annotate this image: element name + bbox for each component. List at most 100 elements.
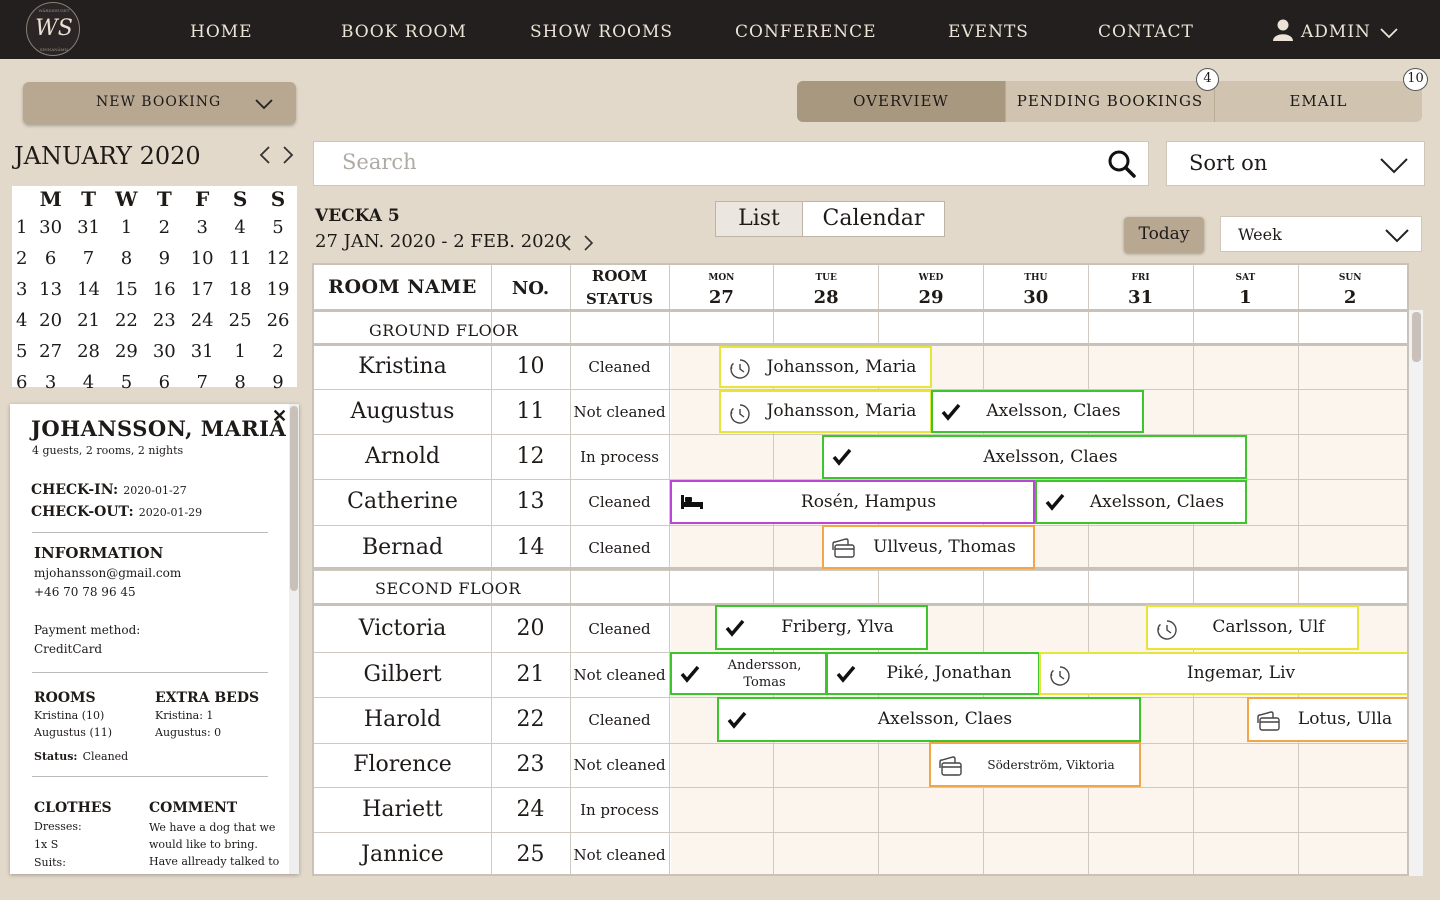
prev-week-icon[interactable] bbox=[560, 234, 572, 252]
room-name[interactable]: Gilbert bbox=[314, 662, 491, 687]
nav-events[interactable]: EVENTS bbox=[948, 22, 1029, 42]
room-name[interactable]: Hariett bbox=[314, 797, 491, 822]
calendar-day[interactable]: 1 bbox=[107, 212, 145, 243]
nav-home[interactable]: HOME bbox=[190, 22, 253, 42]
calendar-day[interactable]: 16 bbox=[145, 274, 183, 305]
grid-scrollbar[interactable] bbox=[1409, 310, 1423, 876]
calendar-day[interactable]: 21 bbox=[70, 305, 108, 336]
booking-block[interactable]: Axelsson, Claes bbox=[1035, 480, 1247, 524]
room-name[interactable]: Catherine bbox=[314, 489, 491, 514]
calendar-day[interactable]: 20 bbox=[32, 305, 70, 336]
calendar-day[interactable]: 11 bbox=[221, 243, 259, 274]
calendar-day[interactable]: 6 bbox=[145, 367, 183, 398]
calendar-day[interactable]: 9 bbox=[259, 367, 297, 398]
details-scroll-thumb[interactable] bbox=[290, 406, 298, 591]
calendar-day[interactable]: 17 bbox=[183, 274, 221, 305]
calendar-day[interactable]: 24 bbox=[183, 305, 221, 336]
nav-book-room[interactable]: BOOK ROOM bbox=[341, 22, 467, 42]
booking-block[interactable]: Johansson, Maria bbox=[719, 390, 932, 433]
calendar-day[interactable]: 1 bbox=[221, 336, 259, 367]
room-name[interactable]: Augustus bbox=[314, 399, 491, 424]
calendar-day[interactable]: 15 bbox=[107, 274, 145, 305]
calendar-day[interactable]: 7 bbox=[183, 367, 221, 398]
list-view-button[interactable]: List bbox=[716, 202, 802, 236]
calendar-day[interactable]: 3 bbox=[183, 212, 221, 243]
booking-block[interactable]: Rosén, Hampus bbox=[670, 480, 1035, 524]
booking-block[interactable]: Johansson, Maria bbox=[719, 346, 932, 388]
room-name[interactable]: Bernad bbox=[314, 535, 491, 560]
room-name[interactable]: Victoria bbox=[314, 616, 491, 641]
new-booking-button[interactable]: NEW BOOKING bbox=[23, 82, 296, 124]
calendar-day[interactable]: 8 bbox=[107, 243, 145, 274]
room-name[interactable]: Jannice bbox=[314, 842, 491, 867]
calendar-day[interactable]: 5 bbox=[107, 367, 145, 398]
booking-block[interactable]: Andersson, Tomas bbox=[670, 652, 827, 695]
booking-block[interactable]: Lotus, Ulla bbox=[1247, 697, 1407, 742]
calendar-day[interactable]: 18 bbox=[221, 274, 259, 305]
week-range: 27 JAN. 2020 - 2 FEB. 2020 bbox=[315, 231, 567, 252]
booking-block[interactable]: Axelsson, Claes bbox=[822, 435, 1247, 479]
calendar-day[interactable]: 5 bbox=[259, 212, 297, 243]
calendar-day[interactable]: 7 bbox=[70, 243, 108, 274]
calendar-day[interactable]: 23 bbox=[145, 305, 183, 336]
check-icon bbox=[941, 403, 961, 425]
calendar-day[interactable]: 22 bbox=[107, 305, 145, 336]
tab-pending-bookings[interactable]: PENDING BOOKINGS bbox=[1006, 81, 1214, 122]
period-select[interactable]: Week bbox=[1220, 216, 1422, 252]
booking-block[interactable]: Friberg, Ylva bbox=[715, 605, 928, 650]
logo[interactable]: WÄRDSHUSET WS SINNANÄMN bbox=[26, 2, 80, 56]
calendar-day[interactable]: 10 bbox=[183, 243, 221, 274]
guest-email[interactable]: mjohansson@gmail.com bbox=[34, 566, 181, 580]
room-name[interactable]: Harold bbox=[314, 707, 491, 732]
calendar-day[interactable]: 30 bbox=[145, 336, 183, 367]
room-name[interactable]: Arnold bbox=[314, 444, 491, 469]
booking-block[interactable]: Axelsson, Claes bbox=[931, 390, 1144, 433]
close-icon[interactable]: ✕ bbox=[272, 406, 287, 427]
calendar-day[interactable]: 19 bbox=[259, 274, 297, 305]
search-input[interactable]: Search bbox=[313, 141, 1149, 186]
nav-show-rooms[interactable]: SHOW ROOMS bbox=[530, 22, 673, 42]
calendar-day[interactable]: 2 bbox=[259, 336, 297, 367]
booking-block[interactable]: Ullveus, Thomas bbox=[822, 525, 1035, 569]
admin-menu[interactable]: ADMIN bbox=[1272, 18, 1402, 46]
booking-block[interactable]: Piké, Jonathan bbox=[826, 652, 1040, 695]
next-week-icon[interactable] bbox=[583, 234, 595, 252]
calendar-day[interactable]: 31 bbox=[183, 336, 221, 367]
booking-block[interactable]: Söderström, Viktoria bbox=[929, 742, 1141, 787]
room-name[interactable]: Kristina bbox=[314, 354, 491, 379]
calendar-day[interactable]: 26 bbox=[259, 305, 297, 336]
calendar-day[interactable]: 12 bbox=[259, 243, 297, 274]
calendar-day[interactable]: 8 bbox=[221, 367, 259, 398]
grid-scroll-thumb[interactable] bbox=[1412, 312, 1421, 362]
calendar-day[interactable]: 13 bbox=[32, 274, 70, 305]
calendar-day[interactable]: 14 bbox=[70, 274, 108, 305]
nav-conference[interactable]: CONFERENCE bbox=[735, 22, 877, 42]
nav-contact[interactable]: CONTACT bbox=[1098, 22, 1194, 42]
tab-email[interactable]: EMAIL bbox=[1215, 81, 1422, 122]
calendar-day[interactable]: 27 bbox=[32, 336, 70, 367]
booking-block[interactable]: Carlsson, Ulf bbox=[1146, 605, 1359, 650]
calendar-view-button[interactable]: Calendar bbox=[803, 202, 944, 236]
details-scrollbar[interactable] bbox=[289, 404, 299, 874]
calendar-day[interactable]: 29 bbox=[107, 336, 145, 367]
tab-overview[interactable]: OVERVIEW bbox=[797, 81, 1005, 122]
room-name[interactable]: Florence bbox=[314, 752, 491, 777]
day-header-weekday: SUN bbox=[1338, 273, 1362, 283]
calendar-day[interactable]: 30 bbox=[32, 212, 70, 243]
calendar-day[interactable]: 9 bbox=[145, 243, 183, 274]
calendar-day[interactable]: 4 bbox=[221, 212, 259, 243]
prev-month-icon[interactable] bbox=[258, 145, 272, 165]
next-month-icon[interactable] bbox=[281, 145, 295, 165]
booking-block[interactable]: Ingemar, Liv bbox=[1039, 652, 1407, 695]
calendar-day[interactable]: 4 bbox=[70, 367, 108, 398]
search-icon[interactable] bbox=[1107, 149, 1137, 179]
calendar-day[interactable]: 6 bbox=[32, 243, 70, 274]
calendar-day[interactable]: 31 bbox=[70, 212, 108, 243]
calendar-day[interactable]: 28 bbox=[70, 336, 108, 367]
calendar-day[interactable]: 3 bbox=[32, 367, 70, 398]
today-button[interactable]: Today bbox=[1124, 217, 1204, 253]
calendar-day[interactable]: 2 bbox=[145, 212, 183, 243]
sort-select[interactable]: Sort on bbox=[1166, 141, 1425, 186]
booking-block[interactable]: Axelsson, Claes bbox=[717, 697, 1141, 742]
calendar-day[interactable]: 25 bbox=[221, 305, 259, 336]
